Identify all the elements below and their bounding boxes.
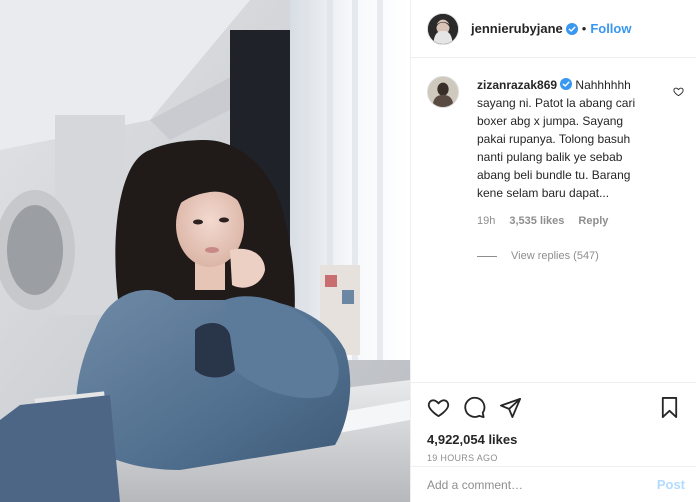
post-header: jennierubyjane • Follow: [411, 0, 696, 58]
heart-icon[interactable]: [427, 396, 450, 419]
header-separator: •: [581, 21, 587, 36]
bookmark-icon[interactable]: [658, 396, 681, 419]
photo-illustration: [0, 0, 410, 502]
commenter-username[interactable]: zizanrazak869: [477, 78, 557, 92]
comment-input[interactable]: [427, 477, 657, 492]
author-avatar-image: [428, 13, 458, 44]
follow-button[interactable]: Follow: [590, 21, 631, 36]
comment-body: zizanrazak869 Nahhhhhh sayang ni. Patot …: [477, 76, 655, 202]
post-side-panel: jennierubyjane • Follow zizanrazak869 Na…: [410, 0, 696, 502]
replies-line-divider: [477, 255, 497, 257]
author-avatar[interactable]: [427, 12, 459, 45]
commenter-avatar[interactable]: [427, 76, 459, 108]
add-comment-bar: Post: [411, 466, 696, 502]
view-replies-label: View replies (547): [511, 250, 599, 262]
comment-text: Nahhhhhh sayang ni. Patot la abang cari …: [477, 78, 636, 200]
share-icon[interactable]: [499, 396, 522, 419]
comment-meta: 19h 3,535 likes Reply: [477, 215, 691, 227]
reply-button[interactable]: Reply: [578, 215, 608, 227]
instagram-post: jennierubyjane • Follow zizanrazak869 Na…: [0, 0, 696, 502]
comment-like-heart-icon[interactable]: [673, 86, 684, 97]
post-timestamp[interactable]: 19 HOURS AGO: [427, 453, 681, 463]
likes-count[interactable]: 4,922,054 likes: [427, 432, 681, 447]
view-replies-button[interactable]: View replies (547): [477, 250, 691, 262]
commenter-verified-badge-icon: [560, 78, 573, 90]
action-icons: [427, 395, 681, 419]
author-username[interactable]: jennierubyjane: [471, 21, 563, 36]
comment-row: zizanrazak869 Nahhhhhh sayang ni. Patot …: [427, 76, 691, 202]
comment-icon[interactable]: [463, 396, 486, 419]
verified-badge-icon: [565, 22, 578, 35]
post-comment-button[interactable]: Post: [657, 477, 685, 492]
post-photo[interactable]: [0, 0, 410, 502]
commenter-avatar-image: [428, 77, 458, 107]
comment-likes-count[interactable]: 3,535 likes: [509, 215, 564, 227]
comment-age[interactable]: 19h: [477, 215, 495, 227]
comment-item: zizanrazak869 Nahhhhhh sayang ni. Patot …: [427, 76, 691, 262]
post-actions: 4,922,054 likes 19 HOURS AGO: [411, 382, 696, 463]
